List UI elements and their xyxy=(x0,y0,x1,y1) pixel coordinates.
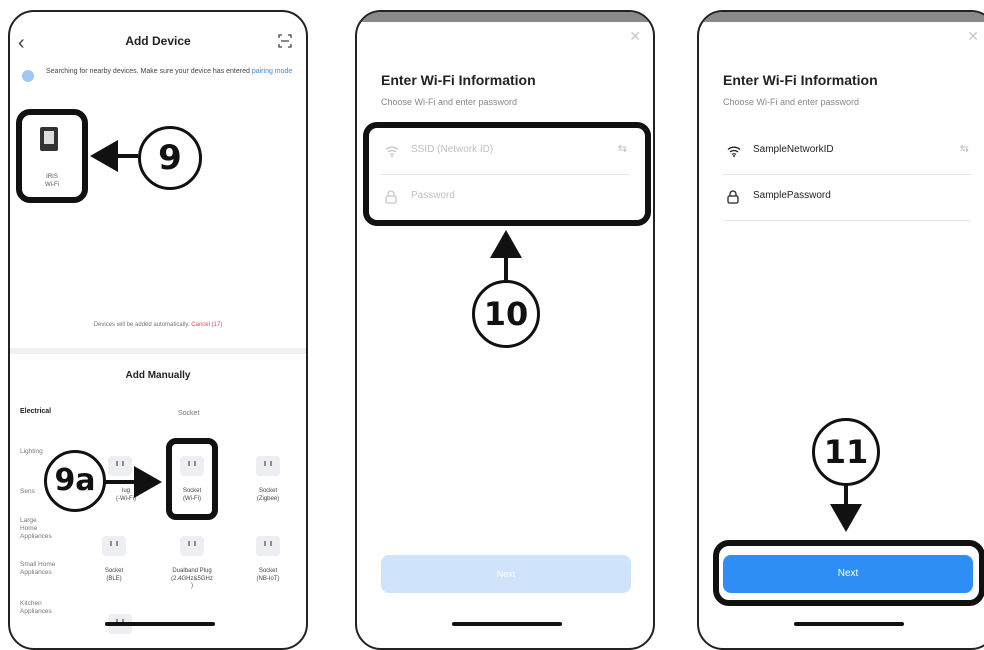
category-lighting[interactable]: Lighting xyxy=(20,448,43,456)
home-indicator xyxy=(105,622,215,626)
subcategory-socket: Socket xyxy=(178,410,200,417)
password-value: SamplePassword xyxy=(753,190,831,201)
next-button-disabled[interactable]: Next xyxy=(381,555,631,593)
category-sensors[interactable]: Sens xyxy=(20,488,35,496)
close-icon[interactable]: ✕ xyxy=(629,28,641,45)
device-name: IRIS Wi-Fi xyxy=(45,174,59,188)
wifi-title: Enter Wi-Fi Information xyxy=(723,72,878,88)
pairing-mode-link[interactable]: pairing mode xyxy=(252,68,292,75)
lock-icon xyxy=(727,190,739,209)
step-11-badge: 11 xyxy=(812,418,880,486)
close-icon[interactable]: ✕ xyxy=(967,28,979,45)
ssid-value: SampleNetworkID xyxy=(753,144,834,155)
socket-nbiot-icon[interactable] xyxy=(256,536,280,556)
cancel-link[interactable]: Cancel (17) xyxy=(191,322,222,328)
searching-spinner-icon xyxy=(22,70,34,82)
category-large-home-appliances[interactable]: Large Home Appliances xyxy=(20,517,52,541)
status-bar xyxy=(699,12,984,22)
socket-ble-label: Socket (BLE) xyxy=(104,568,124,582)
wifi-fields-highlight xyxy=(363,122,651,226)
ssid-field[interactable]: SampleNetworkID ⇆ xyxy=(723,128,971,175)
status-bar xyxy=(357,12,653,22)
step-10-badge: 10 xyxy=(472,280,540,348)
divider xyxy=(10,348,306,354)
socket-wifi-label: Socket (Wi-Fi) xyxy=(182,488,202,502)
socket-zigbee-icon[interactable] xyxy=(256,456,280,476)
password-field[interactable]: SamplePassword xyxy=(723,174,971,221)
phone-enter-wifi-filled: ✕ Enter Wi-Fi Information Choose Wi-Fi a… xyxy=(697,10,984,650)
step-9-badge: 9 xyxy=(138,126,202,190)
dualband-plug-label: Dualband Plug (2.4GHz&5GHz ) xyxy=(171,568,213,589)
dualband-plug-icon[interactable] xyxy=(180,536,204,556)
wifi-subtitle: Choose Wi-Fi and enter password xyxy=(381,97,518,107)
device-thumbnail-icon xyxy=(40,127,58,151)
page-title: Add Device xyxy=(125,34,191,48)
add-manually-title: Add Manually xyxy=(125,370,191,381)
auto-add-text: Devices will be added automatically. Can… xyxy=(93,322,223,328)
category-electrical[interactable]: Electrical xyxy=(20,408,51,415)
wifi-title: Enter Wi-Fi Information xyxy=(381,72,536,88)
home-indicator xyxy=(794,622,904,626)
switch-network-icon[interactable]: ⇆ xyxy=(960,142,969,155)
scan-icon[interactable] xyxy=(278,34,292,53)
socket-label: lug (-Wi-Fi) xyxy=(116,488,136,502)
phone-add-device: ‹ Add Device Searching for nearby device… xyxy=(8,10,308,650)
wifi-icon xyxy=(727,144,741,162)
socket-zigbee-label: Socket (Zigbee) xyxy=(256,488,280,502)
wifi-subtitle: Choose Wi-Fi and enter password xyxy=(723,97,860,107)
socket-nbiot-label: Socket (NB-IoT) xyxy=(256,568,280,582)
socket-ble-icon[interactable] xyxy=(102,536,126,556)
next-button[interactable]: Next xyxy=(723,555,973,593)
home-indicator xyxy=(452,622,562,626)
socket-wifi-icon[interactable] xyxy=(180,456,204,476)
socket-icon[interactable] xyxy=(108,456,132,476)
category-small-home-appliances[interactable]: Small Home Appliances xyxy=(20,561,55,577)
socket-wifi-highlight[interactable] xyxy=(166,438,218,520)
category-kitchen-appliances[interactable]: Kitchen Appliances xyxy=(20,600,52,616)
step-9a-badge: 9a xyxy=(44,450,106,512)
found-device-iris-wifi[interactable]: IRIS Wi-Fi xyxy=(16,109,88,203)
search-status-text: Searching for nearby devices. Make sure … xyxy=(46,68,293,75)
